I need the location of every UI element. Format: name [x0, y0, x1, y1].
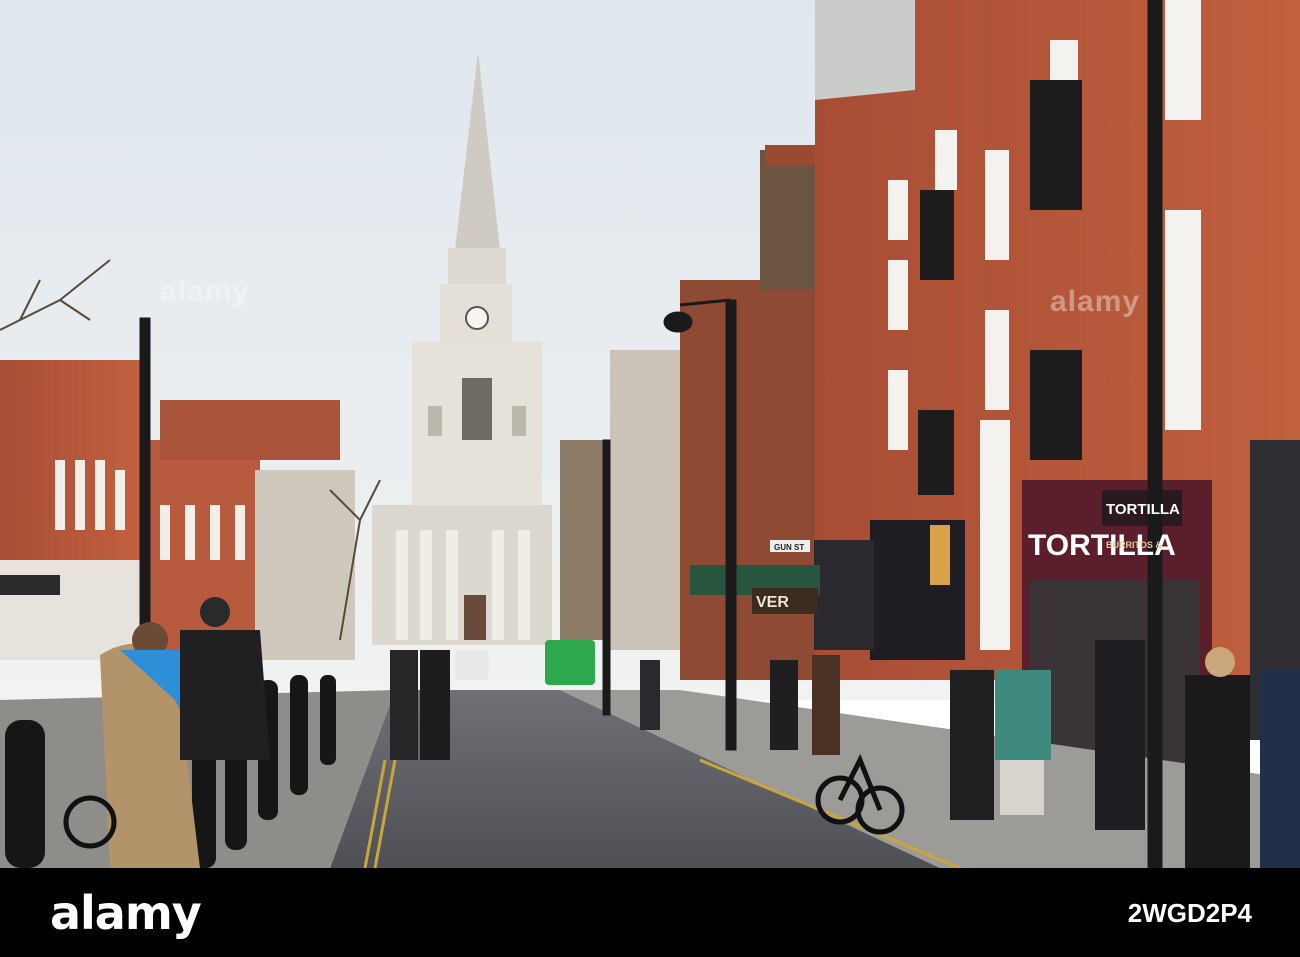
image-id: 2WGD2P4 [1127, 898, 1252, 928]
left-buildings [0, 360, 355, 660]
white-car [455, 650, 489, 680]
watermark-text: alamy [1050, 285, 1141, 318]
watermark-text: alamy [160, 275, 251, 308]
church-clock [465, 306, 489, 330]
pub-sign: VER [756, 594, 789, 611]
footer-bar: alamy 2WGD2P4 [0, 868, 1300, 957]
green-van [545, 640, 595, 685]
stock-photo: TORTILLA TORTILLA BURRITOS & VER GUN ST … [0, 0, 1300, 957]
tortilla-sub-sign: BURRITOS & [1106, 540, 1162, 550]
street-scene-photo: TORTILLA TORTILLA BURRITOS & VER GUN ST [0, 0, 1300, 868]
tortilla-blade-sign: TORTILLA [1106, 501, 1180, 518]
street-name-sign: GUN ST [774, 543, 804, 552]
alamy-logo: alamy [50, 886, 202, 940]
